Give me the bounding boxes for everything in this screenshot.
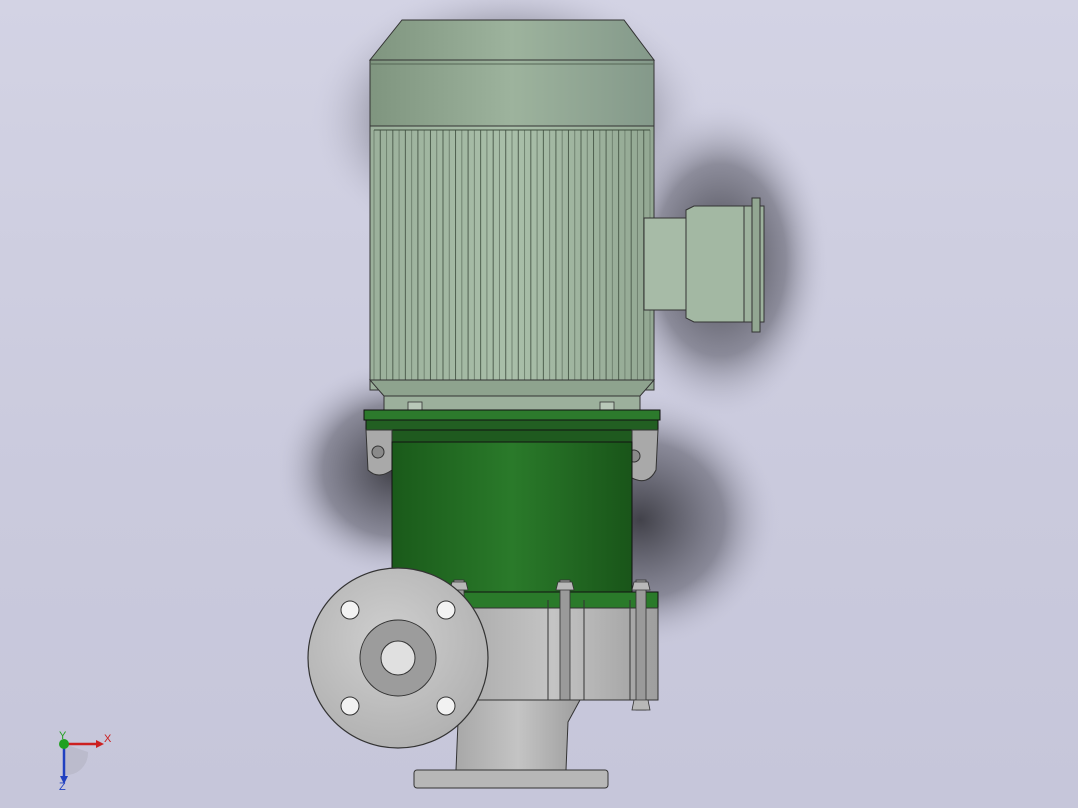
coordinate-triad: X Y Z (59, 730, 112, 793)
bolt-hole (340, 696, 360, 716)
x-axis-label: X (104, 733, 112, 745)
model-scene[interactable]: X Y Z (0, 0, 1078, 808)
z-axis-label: Z (59, 781, 66, 793)
bolt-hole (436, 600, 456, 620)
bolt-hole (340, 600, 360, 620)
motor-fan-cover[interactable] (368, 19, 655, 127)
suction-flange[interactable] (307, 567, 489, 749)
graphics-viewport[interactable]: X Y Z (0, 0, 1078, 808)
bolt-hole (436, 696, 456, 716)
motor-body[interactable] (368, 125, 656, 411)
y-axis-label: Y (59, 730, 67, 742)
